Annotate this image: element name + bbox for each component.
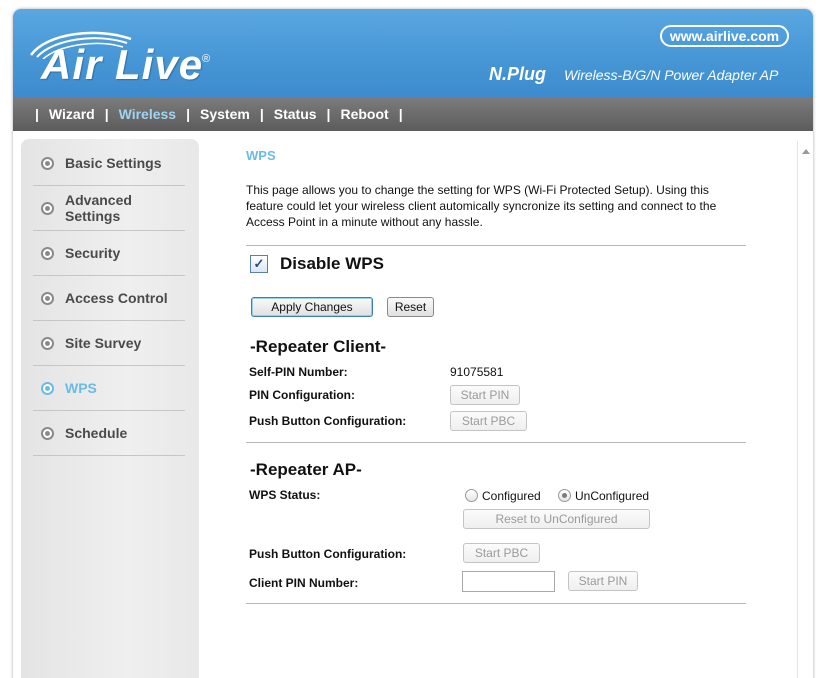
sidebar-item-label: Access Control (65, 290, 168, 306)
sidebar-item-label: Site Survey (65, 335, 142, 351)
radio-bullet-icon (41, 381, 54, 395)
sidebar-item-schedule[interactable]: Schedule (33, 411, 185, 456)
sidebar-item-label: WPS (65, 380, 97, 396)
configured-radio[interactable] (465, 489, 478, 502)
radio-bullet-icon (41, 201, 54, 215)
router-admin-window: Air Live ® www.airlive.com N.Plug Wirele… (13, 9, 813, 678)
nav-item-wizard[interactable]: Wizard (47, 106, 97, 122)
start-pin-button[interactable]: Start PIN (450, 385, 520, 405)
product-description: Wireless-B/G/N Power Adapter AP (564, 67, 779, 83)
start-pin-button[interactable]: Start PIN (568, 571, 638, 591)
nav-item-reboot[interactable]: Reboot (338, 106, 390, 122)
client-pin-input[interactable] (462, 571, 555, 592)
registered-mark: ® (202, 53, 211, 65)
radio-bullet-icon (41, 156, 54, 170)
nav-item-system[interactable]: System (198, 106, 252, 122)
configured-radio-label: Configured (482, 489, 541, 503)
radio-bullet-icon (41, 291, 54, 305)
self-pin-value: 91075581 (450, 365, 504, 379)
unconfigured-radio[interactable] (558, 489, 571, 502)
sidebar-item-label: Security (65, 245, 121, 261)
unconfigured-radio-label: UnConfigured (575, 489, 650, 503)
reset-to-unconfigured-button[interactable]: Reset to UnConfigured (463, 509, 650, 529)
nav-separator: | (104, 106, 109, 122)
page-description: This page allows you to change the setti… (246, 183, 717, 229)
start-pbc-button[interactable]: Start PBC (463, 543, 540, 563)
disable-wps-checkbox[interactable]: ✓ (250, 255, 268, 273)
push-button-configuration-label: Push Button Configuration: (249, 547, 407, 561)
sidebar-item-advanced-settings[interactable]: Advanced Settings (33, 186, 185, 231)
apply-changes-button[interactable]: Apply Changes (251, 297, 373, 317)
radio-bullet-icon (41, 336, 54, 350)
vertical-scrollbar[interactable] (797, 141, 813, 678)
nav-separator: | (186, 106, 191, 122)
repeater-ap-heading: -Repeater AP- (250, 460, 362, 479)
reset-button[interactable]: Reset (387, 297, 434, 317)
sidebar-item-label: Advanced Settings (65, 192, 132, 224)
page-title: WPS (246, 148, 276, 163)
radio-bullet-icon (41, 246, 54, 260)
client-pin-number-label: Client PIN Number: (249, 576, 359, 590)
site-url-badge[interactable]: www.airlive.com (660, 25, 789, 47)
pin-configuration-label: PIN Configuration: (249, 388, 355, 402)
sidebar-item-site-survey[interactable]: Site Survey (33, 321, 185, 366)
scroll-up-arrow-icon[interactable] (802, 149, 810, 154)
push-button-configuration-label: Push Button Configuration: (249, 414, 407, 428)
self-pin-label: Self-PIN Number: (249, 365, 348, 379)
divider (246, 245, 746, 246)
wps-status-label: WPS Status: (249, 488, 321, 502)
repeater-client-heading: -Repeater Client- (250, 337, 387, 356)
start-pbc-button[interactable]: Start PBC (450, 411, 527, 431)
sidebar-item-label: Schedule (65, 425, 128, 441)
nav-separator: | (35, 106, 39, 122)
nav-separator: | (326, 106, 331, 122)
divider (246, 603, 746, 604)
sidebar-item-access-control[interactable]: Access Control (33, 276, 185, 321)
sidebar-item-label: Basic Settings (65, 155, 162, 171)
top-nav-bar: | Wizard | Wireless | System | Status | … (13, 97, 813, 131)
airlive-logo: Air Live (41, 41, 204, 88)
header-banner: Air Live ® www.airlive.com N.Plug Wirele… (13, 9, 813, 97)
nav-separator: | (398, 106, 403, 122)
nav-separator: | (259, 106, 264, 122)
nav-item-status[interactable]: Status (272, 106, 319, 122)
product-name: N.Plug (489, 64, 546, 84)
nav-item-wireless[interactable]: Wireless (117, 106, 178, 122)
sidebar-item-wps[interactable]: WPS (33, 366, 185, 411)
sidebar-item-security[interactable]: Security (33, 231, 185, 276)
radio-bullet-icon (41, 426, 54, 440)
divider (246, 442, 746, 443)
disable-wps-label: Disable WPS (280, 254, 384, 273)
sidebar-item-basic-settings[interactable]: Basic Settings (33, 141, 185, 186)
sidebar-menu: Basic Settings Advanced Settings Securit… (21, 139, 199, 678)
